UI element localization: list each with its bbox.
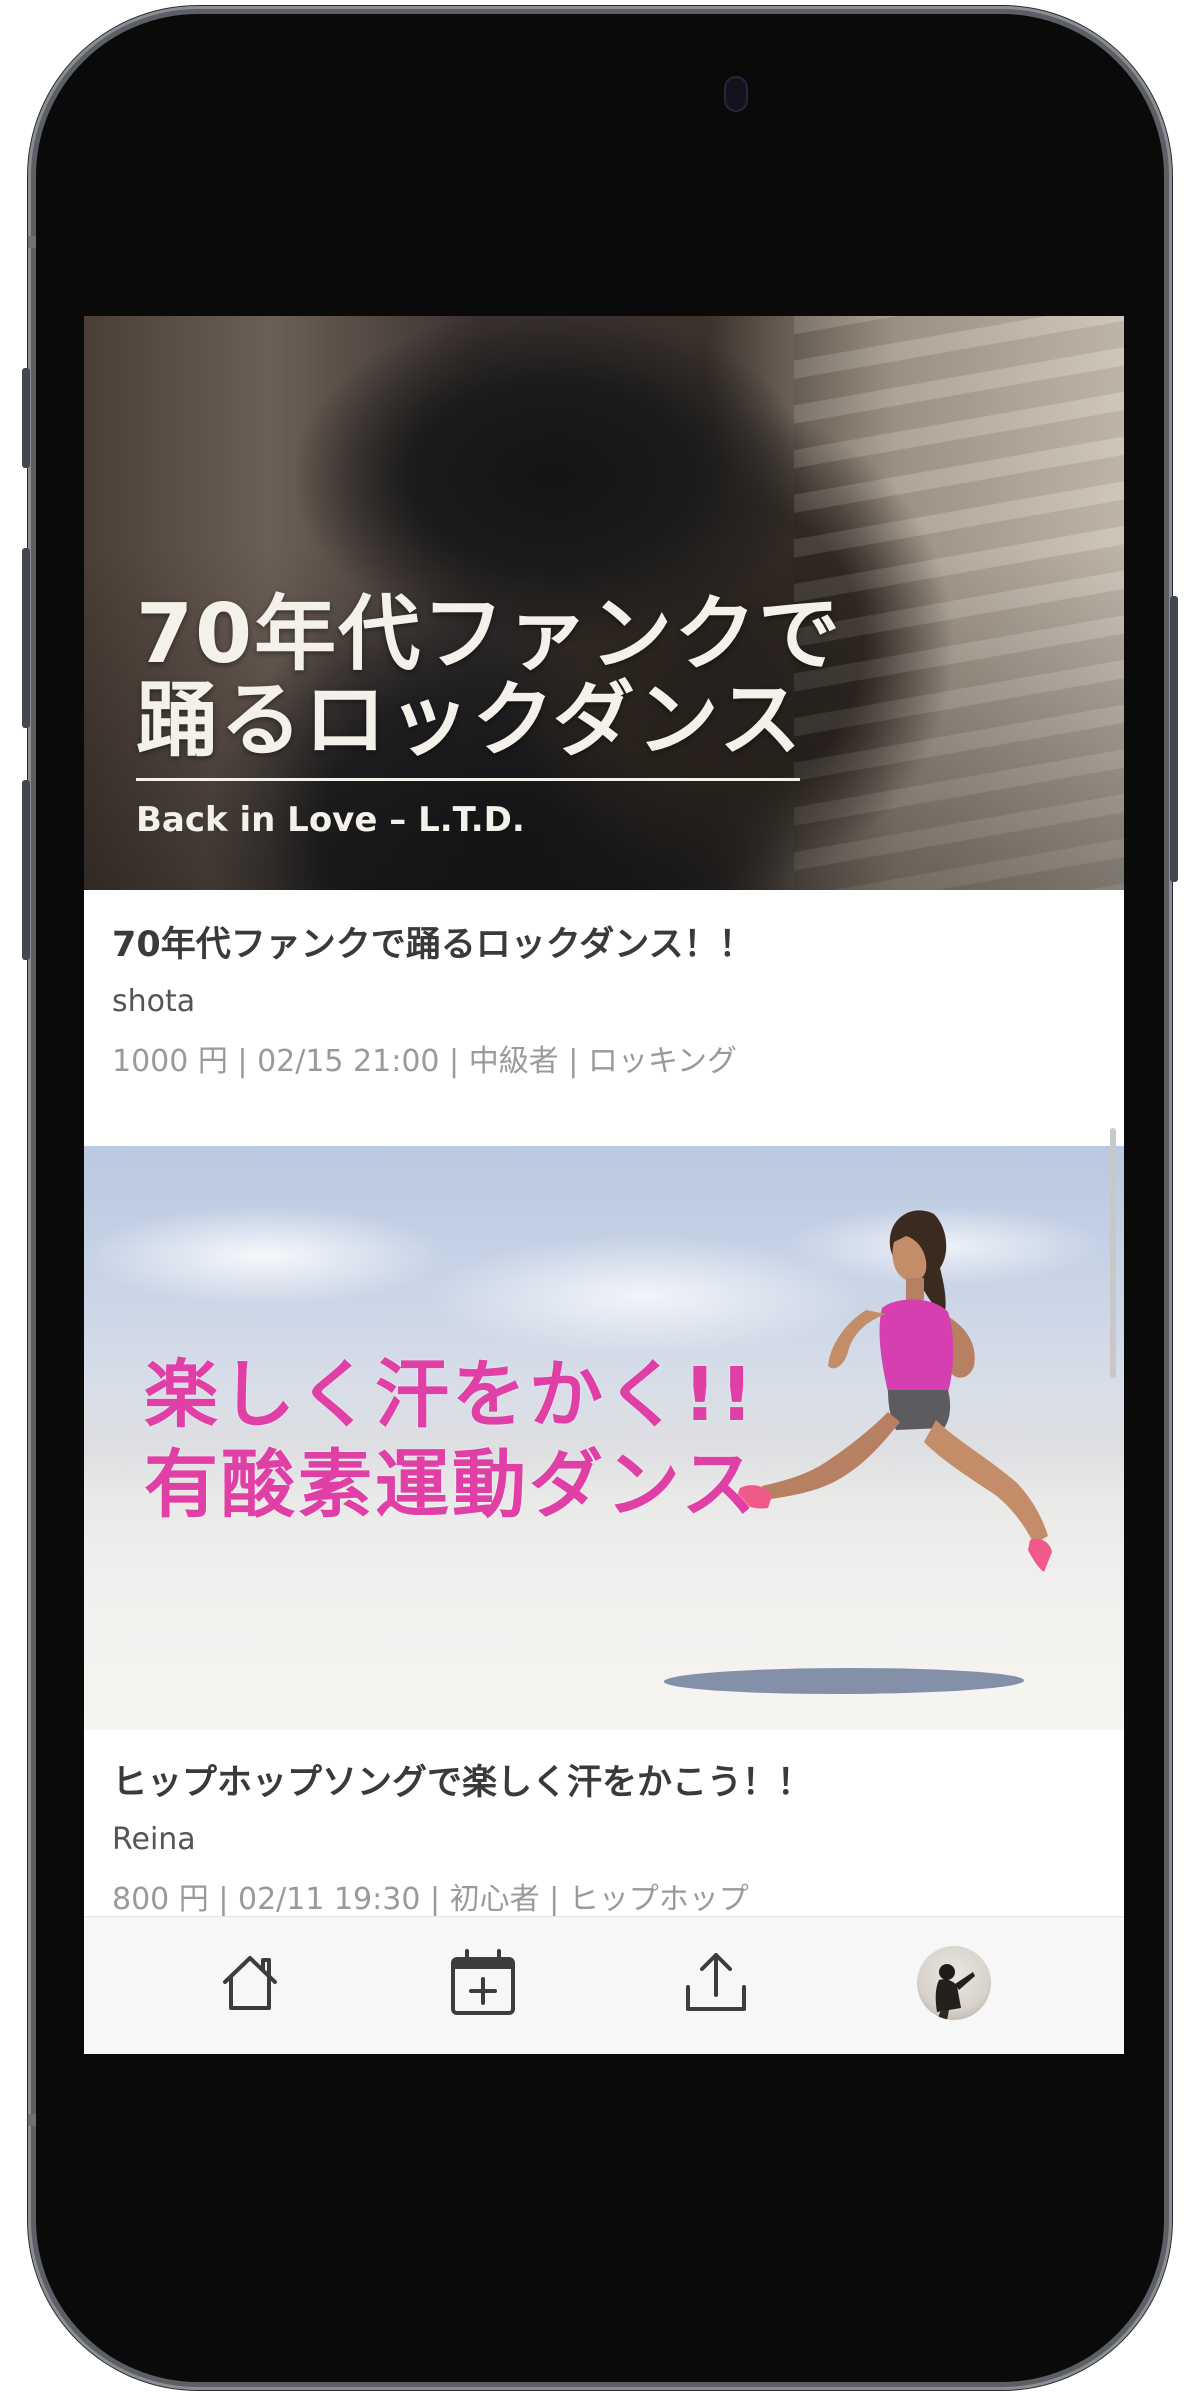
lesson-author: shota: [112, 984, 196, 1019]
power-button: [1170, 596, 1178, 882]
lesson-meta: 1000 円 | 02/15 21:00 | 中級者 | ロッキング: [112, 1044, 737, 1079]
nav-home-button[interactable]: [210, 1943, 290, 2023]
banner-headline: 70年代ファンクで: [136, 587, 843, 682]
home-icon: [223, 1956, 277, 2010]
bottom-navigation: [84, 1916, 1124, 2054]
banner-headline: 踊るロックダンス: [136, 673, 804, 768]
front-camera: [726, 78, 746, 110]
lesson-meta: 800 円 | 02/11 19:30 | 初心者 | ヒップホップ: [112, 1882, 749, 1916]
banner-subtitle: Back in Love – L.T.D.: [136, 800, 525, 840]
calendar-add-icon: [451, 1949, 515, 2015]
avatar-photo: [935, 1964, 975, 2020]
avatar: [917, 1946, 991, 2020]
feed-scrollbar[interactable]: [1110, 1128, 1116, 1378]
lesson-title[interactable]: 70年代ファンクで踊るロックダンス！！: [112, 916, 754, 967]
volume-up-button: [22, 548, 30, 728]
app-screen: 70年代ファンクで 踊るロックダンス Back in Love – L.T.D.…: [84, 316, 1124, 2054]
lesson-thumbnail[interactable]: 楽しく汗をかく!! 有酸素運動ダンス: [84, 1146, 1124, 1730]
lesson-thumbnail[interactable]: 70年代ファンクで 踊るロックダンス Back in Love – L.T.D.: [84, 316, 1124, 890]
action-button: [22, 368, 30, 468]
lesson-card[interactable]: 楽しく汗をかく!! 有酸素運動ダンス ヒップホップソングで楽しく汗をかこう！！ …: [84, 1146, 1124, 1916]
banner-divider: [136, 778, 800, 781]
lesson-card[interactable]: 70年代ファンクで 踊るロックダンス Back in Love – L.T.D.…: [84, 316, 1124, 1146]
nav-add-lesson-button[interactable]: [443, 1943, 523, 2023]
lesson-title[interactable]: ヒップホップソングで楽しく汗をかこう！！: [112, 1754, 812, 1805]
antenna-band: [28, 2114, 36, 2126]
volume-down-button: [22, 780, 30, 960]
banner-headline: 有酸素運動ダンス: [144, 1442, 759, 1528]
nav-profile-button[interactable]: [914, 1943, 994, 2023]
nav-upload-button[interactable]: [676, 1943, 756, 2023]
antenna-band: [28, 236, 36, 248]
lesson-feed[interactable]: 70年代ファンクで 踊るロックダンス Back in Love – L.T.D.…: [84, 316, 1124, 1916]
upload-icon: [686, 1953, 746, 2011]
lesson-author: Reina: [112, 1822, 196, 1857]
banner-headline: 楽しく汗をかく!!: [144, 1352, 757, 1438]
